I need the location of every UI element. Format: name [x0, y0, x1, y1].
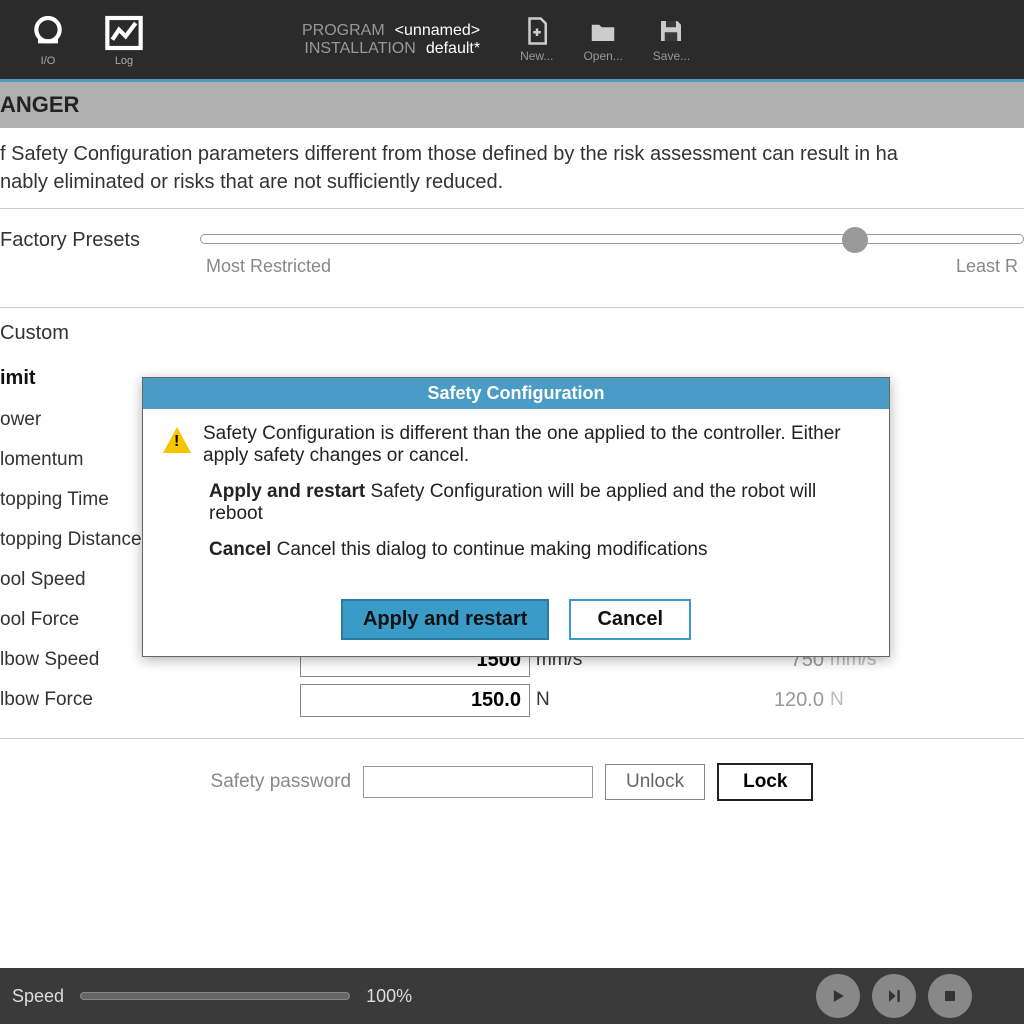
program-info: PROGRAM<unnamed> INSTALLATIONdefault* — [302, 22, 480, 58]
cancel-button[interactable]: Cancel — [569, 599, 691, 640]
play-button[interactable] — [816, 974, 860, 1018]
slider-thumb[interactable] — [842, 227, 868, 253]
log-icon — [104, 13, 144, 53]
danger-text: f Safety Configuration parameters differ… — [0, 128, 1024, 208]
presets-label: Factory Presets — [0, 229, 200, 252]
save-button[interactable]: Save... — [653, 16, 690, 63]
folder-open-icon — [588, 16, 618, 46]
program-name: <unnamed> — [395, 22, 480, 40]
dialog-title: Safety Configuration — [143, 378, 889, 409]
custom-label: Custom — [0, 307, 1024, 359]
limit-unit-reduced: N — [830, 689, 890, 711]
bottom-bar: Speed 100% — [0, 968, 1024, 1024]
installation-name: default* — [426, 40, 480, 58]
log-tab[interactable]: Log — [104, 13, 144, 67]
save-icon — [656, 16, 686, 46]
dialog-message: Safety Configuration is different than t… — [203, 423, 869, 467]
limit-unit: N — [530, 689, 600, 711]
limit-name: lbow Force — [0, 689, 300, 711]
safety-password-input[interactable] — [363, 766, 593, 798]
new-button[interactable]: New... — [520, 16, 553, 63]
top-toolbar: I/O Log PROGRAM<unnamed> INSTALLATIONdef… — [0, 0, 1024, 82]
slider-max-label: Least R — [956, 256, 1018, 277]
lock-button[interactable]: Lock — [717, 763, 813, 801]
safety-config-dialog: Safety Configuration Safety Configuratio… — [142, 377, 890, 657]
speed-label: Speed — [12, 986, 64, 1007]
lock-row: Safety password Unlock Lock — [0, 738, 1024, 825]
warning-icon — [163, 427, 191, 453]
open-button[interactable]: Open... — [583, 16, 622, 63]
step-button[interactable] — [872, 974, 916, 1018]
slider-min-label: Most Restricted — [206, 256, 331, 277]
factory-presets-row: Factory Presets Most Restricted Least R — [0, 208, 1024, 307]
danger-heading: ANGER — [0, 82, 1024, 128]
io-icon — [28, 13, 68, 53]
limit-value-normal[interactable] — [300, 684, 530, 717]
apply-restart-button[interactable]: Apply and restart — [341, 599, 549, 640]
file-new-icon — [522, 16, 552, 46]
limit-value-reduced: 120.0 — [600, 689, 830, 712]
presets-slider[interactable] — [200, 234, 1024, 244]
io-tab[interactable]: I/O — [28, 13, 68, 67]
limit-row: lbow Force N120.0N — [0, 680, 1024, 720]
safety-password-label: Safety password — [211, 771, 351, 793]
stop-button[interactable] — [928, 974, 972, 1018]
unlock-button[interactable]: Unlock — [605, 764, 705, 800]
speed-slider[interactable] — [80, 992, 350, 1000]
speed-value: 100% — [366, 986, 412, 1007]
